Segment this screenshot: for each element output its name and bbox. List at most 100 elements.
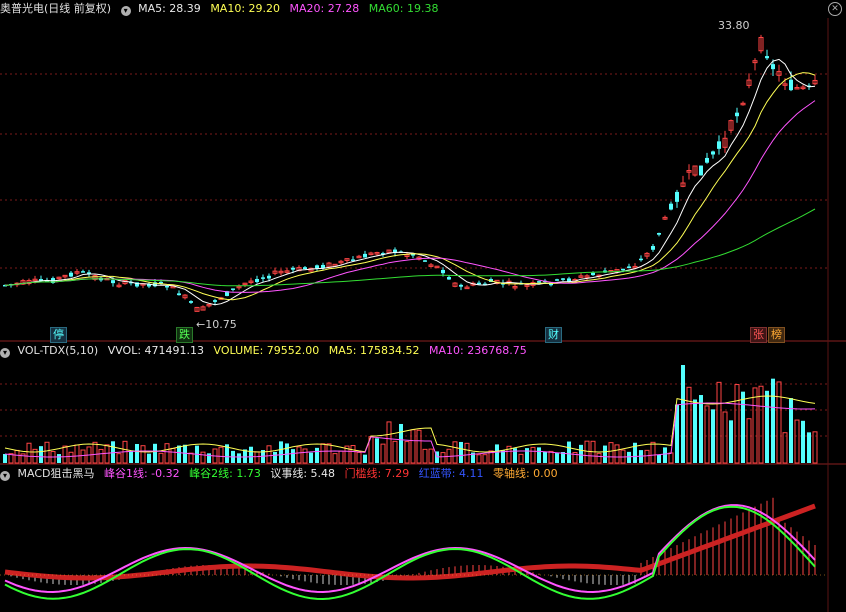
volume-bar-down [57,454,61,463]
volume-bar-up [776,381,782,464]
volume-bar-up [320,443,326,464]
candle-down [591,272,595,276]
volume-bar-up [62,445,68,464]
volume-bar-up [392,440,398,464]
volume-bar-down [135,443,139,463]
candle-down [717,141,721,149]
volume-bar-down [729,420,733,463]
volume-bar-down [207,453,211,463]
high-price-label: 33.80 [718,19,750,32]
tag-die[interactable]: 跌 [176,327,193,343]
ma10-value: MA10: 29.20 [210,2,281,15]
ma60-value: MA60: 19.38 [368,2,439,15]
volume-bar-up [296,446,302,464]
candle-down [423,260,427,262]
volume-bar-down [399,423,403,463]
volume-bar-up [200,451,206,464]
volume-bar-up [98,448,104,464]
volume-bar-up [464,442,470,464]
candle-down [699,165,703,176]
candle-down [111,280,115,284]
volume-bar-up [548,450,554,464]
volume-bar-up [428,448,434,464]
volume-bar-up [350,445,356,464]
volume-bar-up [68,451,74,464]
volume-bar-up [614,444,620,464]
volume-bar-up [518,453,524,464]
candle-down [537,281,541,283]
volume-bar-down [741,391,745,463]
volume-bar-up [170,447,176,464]
price-pane[interactable] [3,34,818,312]
candle-down [69,272,73,277]
volume-bar-down [579,444,583,463]
volume-bar-up [338,450,344,464]
volume-bar-down [249,446,253,463]
volume-bar-up [26,442,32,464]
ma20-value: MA20: 27.28 [289,2,360,15]
volume-bar-up [92,441,98,464]
volume-bar-up [386,421,392,464]
vvol-value: VVOL: 471491.13 [107,344,205,357]
candle-down [315,265,319,269]
volume-bar-down [627,451,631,463]
vol-ma10-value: MA10: 236768.75 [429,344,527,357]
volume-bar-down [567,441,571,463]
menjian-value: 门槛线: 7.29 [344,467,410,480]
volume-bar-up [140,445,146,464]
ma10-line [4,72,816,301]
tag-cai[interactable]: 财 [545,327,562,343]
volume-bar-down [771,378,775,463]
volume-bar-down [153,443,157,463]
volume-bar-up [116,453,122,464]
candle-down [165,285,169,288]
volume-value: VOLUME: 79552.00 [213,344,320,357]
volume-bar-up [440,452,446,464]
grid-lines [0,18,846,612]
volume-bar-up [668,452,674,464]
fenggu1-value: 峰谷1线: -0.32 [103,467,180,480]
candle-down [639,258,643,261]
volume-bar-up [302,448,308,464]
volume-bar-up [734,384,740,464]
volume-bar-up [410,429,416,464]
volume-bar-up [686,386,692,464]
fenggu2-value: 峰谷2线: 1.73 [189,467,261,480]
candle-down [477,282,481,285]
volume-bar-up [482,454,488,464]
volume-bar-down [459,441,463,463]
macd-pane[interactable] [0,497,828,601]
candle-down [231,288,235,290]
tag-bang[interactable]: 榜 [768,327,785,343]
volume-bar-down [237,453,241,463]
close-icon[interactable]: ✕ [828,2,842,16]
volume-bar-up [722,411,728,464]
macd-header: ▾ MACD狙击黑马 峰谷1线: -0.32 峰谷2线: 1.73 议事线: 5… [0,466,564,482]
volume-bar-down [363,454,367,463]
tag-zhang[interactable]: 张 [750,327,767,343]
candle-down [447,277,451,280]
volume-bar-up [266,445,272,464]
volume-bar-up [422,448,428,464]
volume-bar-up [326,443,332,464]
tag-ting[interactable]: 停 [50,327,67,343]
ma20-line [4,100,816,293]
volume-bar-down [693,399,697,463]
chevron-down-icon[interactable]: ▾ [0,471,10,481]
volume-bar-up [14,449,20,464]
stock-title: 奥普光电(日线 前复权) [0,2,112,15]
macd-title: MACD狙击黑马 [17,467,95,480]
chevron-down-icon[interactable]: ▾ [0,348,10,358]
volume-pane[interactable] [3,365,818,464]
volume-bar-up [188,452,194,464]
ma60-line [4,208,816,287]
volume-bar-down [765,390,769,463]
chevron-down-icon[interactable]: ▾ [120,6,131,16]
candle-down [657,232,661,235]
candle-down [303,267,307,270]
chart-canvas [0,18,846,612]
volume-bar-up [44,441,50,464]
volume-bar-up [404,441,410,464]
red-blue-band [4,503,816,581]
volume-bar-down [279,441,283,463]
